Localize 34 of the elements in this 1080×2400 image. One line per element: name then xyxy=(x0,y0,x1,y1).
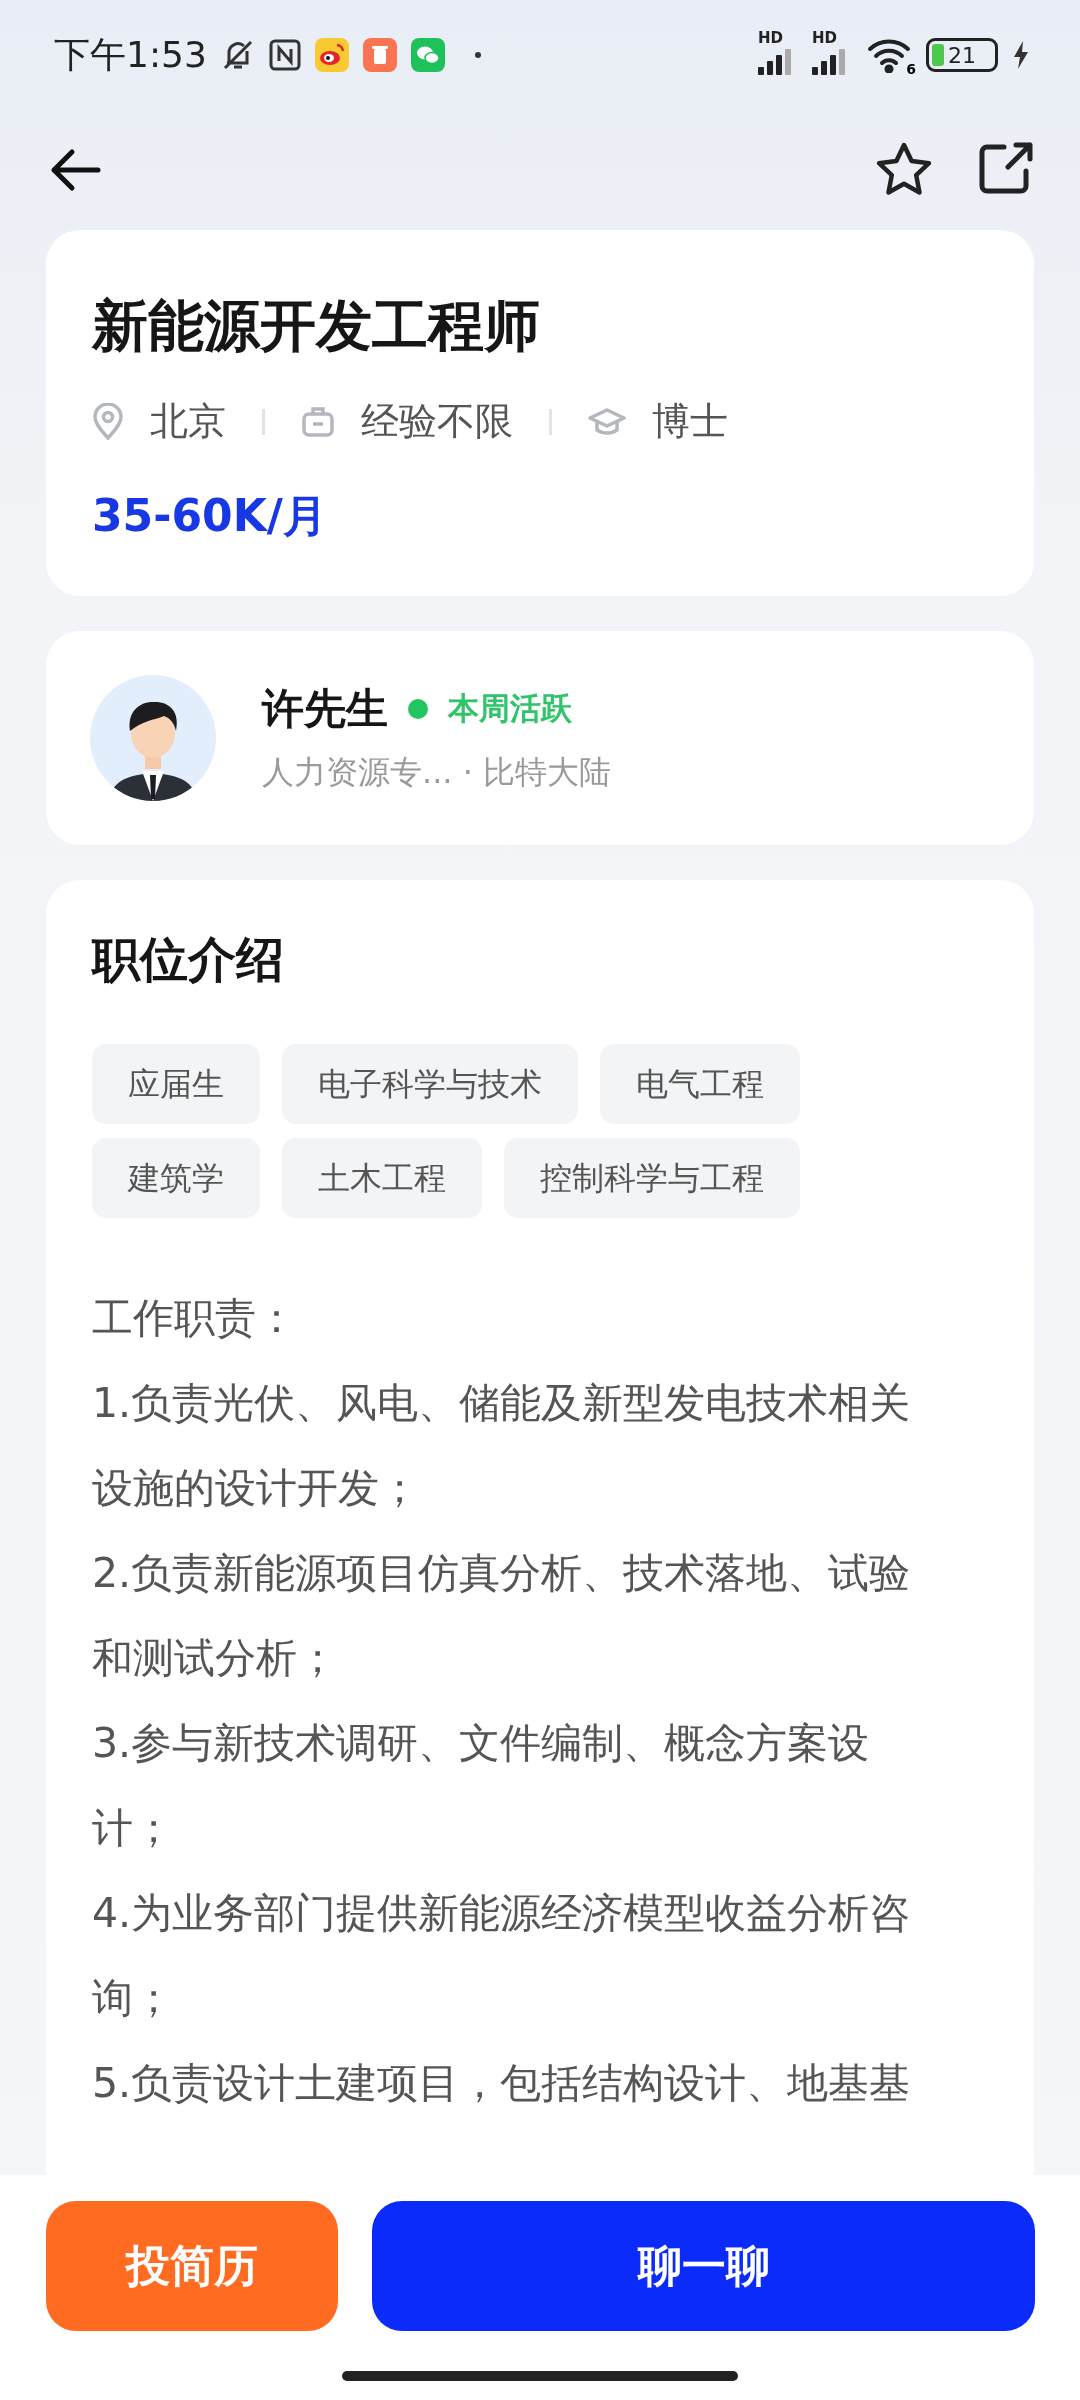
skill-tag: 控制科学与工程 xyxy=(504,1138,800,1218)
skill-tag: 应届生 xyxy=(92,1044,260,1124)
eye-app-icon xyxy=(314,38,349,72)
salary-text: 35-60K/月 xyxy=(92,489,328,543)
location-text: 北京 xyxy=(150,398,226,445)
section-title: 职位介绍 xyxy=(92,930,285,989)
description-paragraph: 5.负责设计土建项目，包括结构设计、地基基 xyxy=(92,2058,912,2109)
nfc-icon xyxy=(268,39,301,71)
description-paragraph: 1.负责光伏、风电、储能及新型发电技术相关设施的设计开发； xyxy=(92,1378,912,1514)
chat-app-icon xyxy=(410,38,445,72)
graduation-cap-icon xyxy=(588,406,626,437)
experience-text: 经验不限 xyxy=(361,398,513,445)
battery-icon: 21 xyxy=(926,38,998,72)
location-pin-icon xyxy=(92,402,124,441)
description-paragraph: 工作职责： xyxy=(92,1293,298,1344)
dot-icon xyxy=(474,52,481,58)
description-paragraph: 2.负责新能源项目仿真分析、技术落地、试验和测试分析； xyxy=(92,1548,912,1684)
description-paragraph: 3.参与新技术调研、文件编制、概念方案设计； xyxy=(92,1718,871,1854)
job-title: 新能源开发工程师 xyxy=(92,292,541,360)
skill-tag: 电气工程 xyxy=(600,1044,800,1124)
activity-status: 本周活跃 xyxy=(448,689,572,728)
skill-tag: 建筑学 xyxy=(92,1138,260,1218)
skill-tag: 电子科学与技术 xyxy=(282,1044,578,1124)
description-paragraph: 4.为业务部门提供新能源经济模型收益分析咨询； xyxy=(92,1888,912,2024)
education-text: 博士 xyxy=(652,398,728,445)
trash-app-icon xyxy=(362,38,397,72)
chat-button[interactable]: 聊一聊 xyxy=(372,2201,1035,2331)
clock-time: 下午1:53 xyxy=(54,32,207,77)
briefcase-icon xyxy=(301,405,335,438)
share-icon[interactable] xyxy=(978,141,1034,195)
recruiter-name: 许先生 xyxy=(262,683,388,735)
recruiter-title: 人力资源专... · 比特大陆 xyxy=(262,752,612,793)
back-icon[interactable] xyxy=(50,148,102,192)
skill-tag: 土木工程 xyxy=(282,1138,482,1218)
